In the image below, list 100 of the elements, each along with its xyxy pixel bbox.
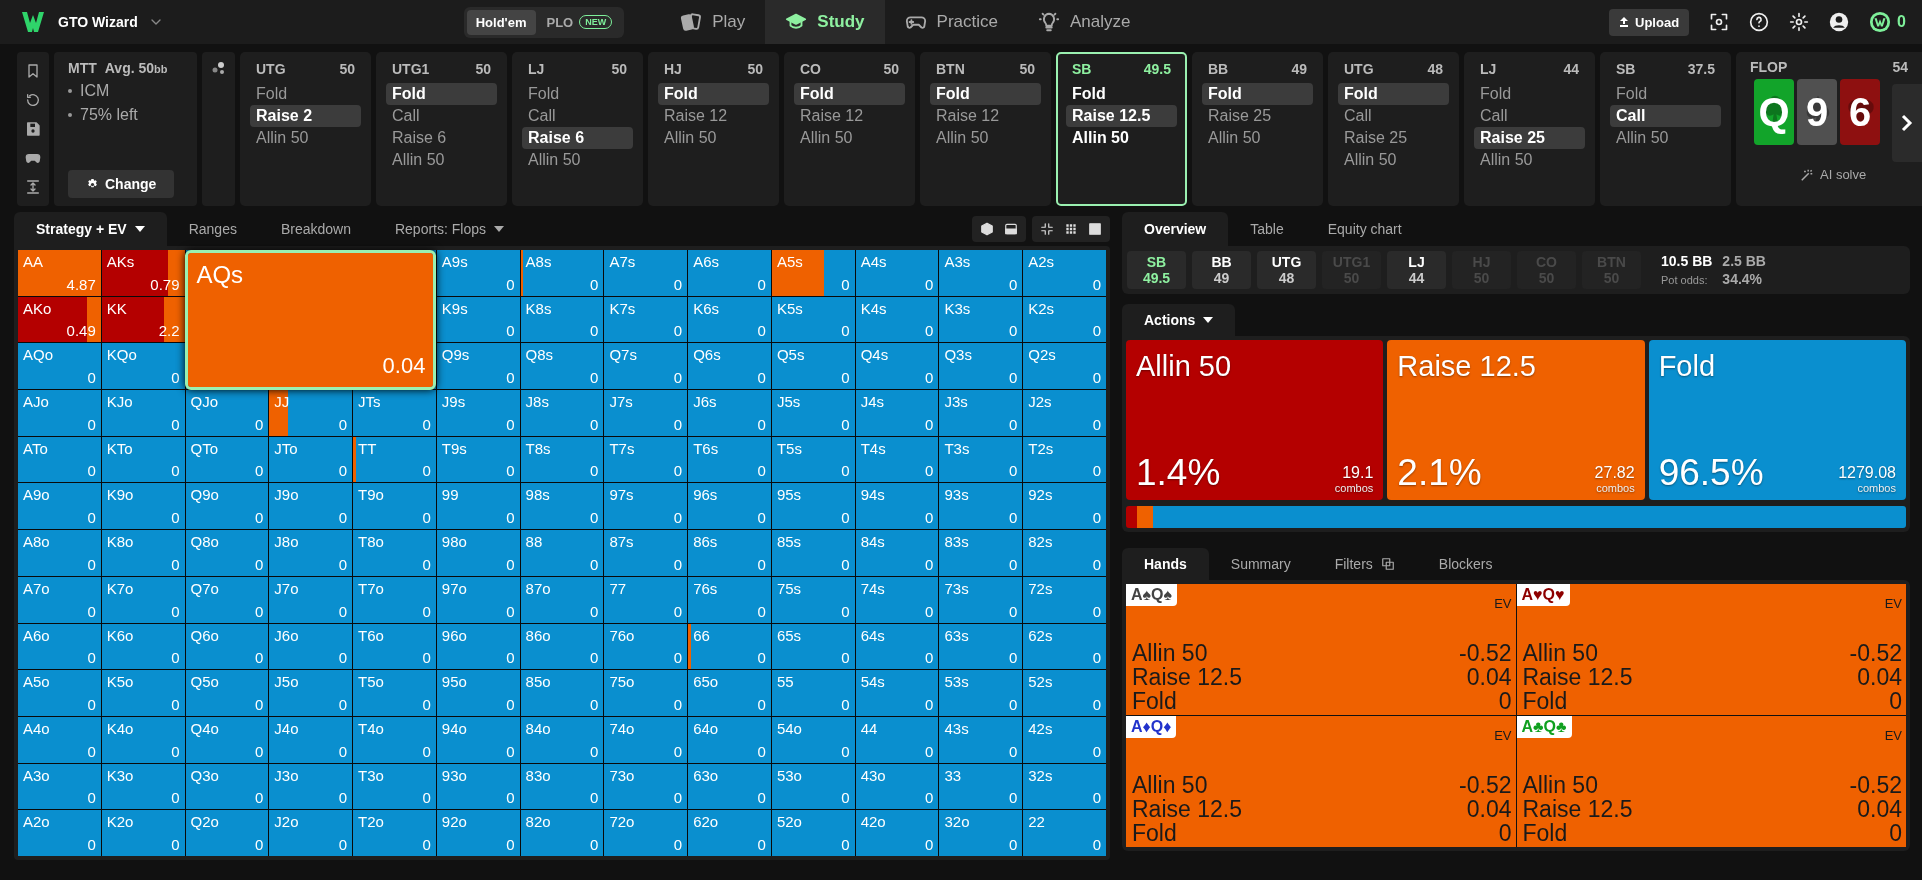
action-option[interactable]: Fold: [1474, 83, 1585, 105]
hand-cell[interactable]: 83o 0: [520, 763, 604, 810]
game-option[interactable]: PLO NEW: [537, 9, 622, 35]
hand-cell[interactable]: A8s 0: [520, 250, 604, 296]
hand-cell[interactable]: A9o 0: [18, 483, 101, 530]
hand-cell[interactable]: 53o 0: [771, 763, 855, 810]
hand-cell[interactable]: 96o 0: [436, 623, 520, 670]
hand-cell[interactable]: A5s 0: [771, 250, 855, 296]
hand-cell[interactable]: KK 2.2: [101, 296, 185, 343]
hand-cell[interactable]: 66 0: [688, 623, 771, 670]
action-summary-card[interactable]: Allin 50 1.4% 19.1 combos: [1126, 340, 1384, 500]
hand-cell[interactable]: 53s 0: [939, 670, 1023, 716]
action-option[interactable]: Allin 50: [522, 149, 633, 171]
hand-cell[interactable]: TT 0: [353, 436, 436, 483]
hand-cell[interactable]: 43s 0: [939, 716, 1023, 763]
hand-cell[interactable]: Q3s 0: [939, 343, 1023, 390]
hand-cell[interactable]: Q3o 0: [185, 763, 269, 810]
hands-tab[interactable]: Summary: [1208, 548, 1313, 580]
hand-cell[interactable]: JTo 0: [269, 436, 353, 483]
player-chip[interactable]: BB 49: [1192, 251, 1251, 289]
hand-cell[interactable]: A4s 0: [855, 250, 939, 296]
hand-cell[interactable]: J3o 0: [269, 763, 353, 810]
action-option[interactable]: Raise 12: [658, 105, 769, 127]
action-step-card[interactable]: CO 50 Fold Raise 12 Allin 50: [784, 52, 915, 206]
hand-cell[interactable]: K3s 0: [939, 296, 1023, 343]
hand-cell[interactable]: K6s 0: [688, 296, 771, 343]
hand-cell[interactable]: 85s 0: [771, 530, 855, 576]
hand-cell[interactable]: K5o 0: [101, 670, 185, 716]
action-option[interactable]: Allin 50: [1338, 149, 1449, 171]
hand-cell[interactable]: K7o 0: [101, 576, 185, 623]
action-option[interactable]: Allin 50: [386, 149, 497, 171]
hand-cell[interactable]: KTo 0: [101, 436, 185, 483]
hand-cell[interactable]: J7o 0: [269, 576, 353, 623]
hand-cell[interactable]: K5s 0: [771, 296, 855, 343]
panel-tab[interactable]: Overview: [1122, 212, 1229, 246]
action-option[interactable]: Raise 6: [522, 127, 633, 149]
hand-cell[interactable]: T5s 0: [771, 436, 855, 483]
hand-cell[interactable]: K2o 0: [101, 810, 185, 856]
hand-cell[interactable]: 97o 0: [436, 576, 520, 623]
nav-item[interactable]: Practice: [884, 0, 1018, 44]
action-option[interactable]: Fold: [930, 83, 1041, 105]
hand-cell[interactable]: Q5s 0: [771, 343, 855, 390]
hand-cell[interactable]: A4o 0: [18, 716, 101, 763]
hand-cell[interactable]: K9o 0: [101, 483, 185, 530]
hand-cell[interactable]: J6o 0: [269, 623, 353, 670]
action-option[interactable]: Fold: [1202, 83, 1313, 105]
hand-cell[interactable]: 82s 0: [1023, 530, 1106, 576]
hand-cell[interactable]: 62s 0: [1023, 623, 1106, 670]
screenshot-icon[interactable]: [1709, 12, 1730, 32]
nodes-icon[interactable]: [211, 62, 226, 74]
hand-cell[interactable]: 54o 0: [771, 716, 855, 763]
hands-tab[interactable]: Hands: [1122, 548, 1209, 580]
hand-cell[interactable]: Q9o 0: [185, 483, 269, 530]
hand-cell[interactable]: T6o 0: [353, 623, 436, 670]
action-option[interactable]: Allin 50: [1474, 149, 1585, 171]
hand-cell[interactable]: T7o 0: [353, 576, 436, 623]
player-chip[interactable]: SB 49.5: [1127, 251, 1186, 289]
bookmark-icon[interactable]: [25, 62, 41, 79]
hand-cell[interactable]: A3s 0: [939, 250, 1023, 296]
hand-cell[interactable]: Q6o 0: [185, 623, 269, 670]
hand-cell[interactable]: 64s 0: [855, 623, 939, 670]
hands-tab[interactable]: Blockers: [1416, 548, 1515, 580]
hand-cell[interactable]: T3s 0: [939, 436, 1023, 483]
hand-cell[interactable]: J8o 0: [269, 530, 353, 576]
hand-cell[interactable]: 73o 0: [604, 763, 688, 810]
hand-cell[interactable]: T9o 0: [353, 483, 436, 530]
hand-cell[interactable]: 63s 0: [939, 623, 1023, 670]
action-option[interactable]: Allin 50: [1202, 127, 1313, 149]
scroll-right-button[interactable]: [1892, 84, 1922, 162]
hand-cell[interactable]: 52s 0: [1023, 670, 1106, 716]
action-option[interactable]: Fold: [250, 83, 361, 105]
action-step-card[interactable]: UTG 50 Fold Raise 2 Allin 50: [240, 52, 371, 206]
hand-cell[interactable]: 92s 0: [1023, 483, 1106, 530]
action-summary-card[interactable]: Fold 96.5% 1279.08 combos: [1648, 340, 1906, 500]
action-option[interactable]: Fold: [522, 83, 633, 105]
hand-cell[interactable]: K4s 0: [855, 296, 939, 343]
hand-cell[interactable]: 43o 0: [855, 763, 939, 810]
hand-cell[interactable]: A7o 0: [18, 576, 101, 623]
hand-cell[interactable]: 93s 0: [939, 483, 1023, 530]
hand-cell[interactable]: 98o 0: [436, 530, 520, 576]
hand-cell[interactable]: 84o 0: [520, 716, 604, 763]
hand-cell[interactable]: JTs 0: [353, 390, 436, 436]
action-step-card[interactable]: LJ 44 Fold Call Raise 25 Allin 50: [1464, 52, 1595, 206]
hand-cell[interactable]: A6o 0: [18, 623, 101, 670]
action-option[interactable]: Call: [522, 105, 633, 127]
hand-cell[interactable]: J3s 0: [939, 390, 1023, 436]
hand-cell[interactable]: T5o 0: [353, 670, 436, 716]
split-view-icon[interactable]: [1004, 222, 1018, 236]
action-option[interactable]: Fold: [386, 83, 497, 105]
hand-cell[interactable]: J4o 0: [269, 716, 353, 763]
action-option[interactable]: Raise 25: [1202, 105, 1313, 127]
player-chip[interactable]: UTG 48: [1257, 251, 1316, 289]
hand-cell[interactable]: 72s 0: [1023, 576, 1106, 623]
hand-cell[interactable]: A2s 0: [1023, 250, 1106, 296]
hand-cell[interactable]: 88 0: [520, 530, 604, 576]
hand-cell[interactable]: KQo 0: [101, 343, 185, 390]
hand-cell[interactable]: 87o 0: [520, 576, 604, 623]
view-tab[interactable]: Ranges: [166, 212, 259, 246]
action-option[interactable]: Fold: [794, 83, 905, 105]
action-step-card[interactable]: BTN 50 Fold Raise 12 Allin 50: [920, 52, 1051, 206]
